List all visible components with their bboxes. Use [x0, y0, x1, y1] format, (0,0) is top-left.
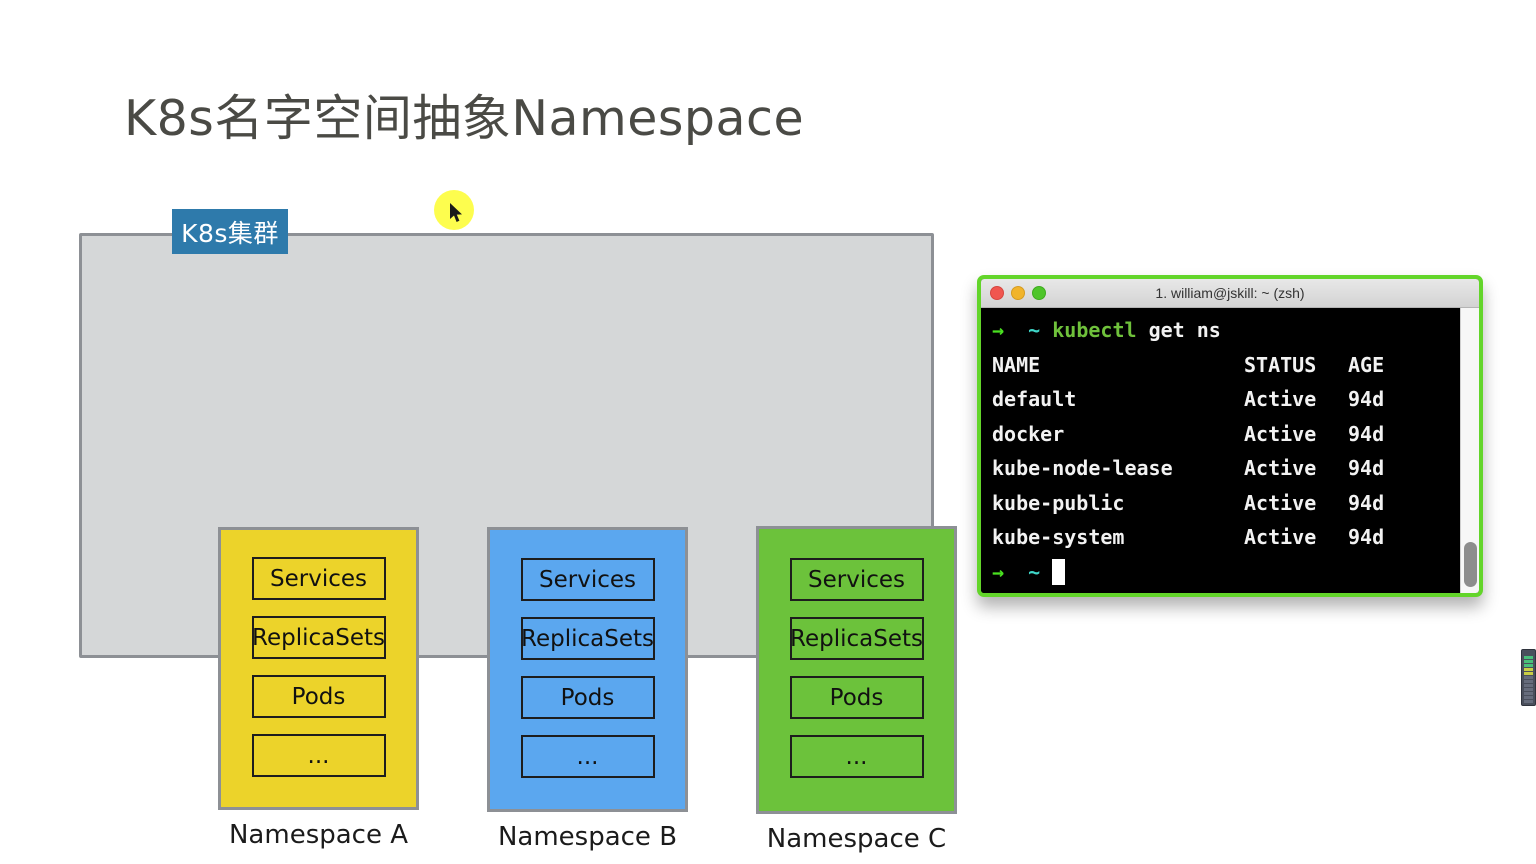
table-row: default Active 94d — [992, 382, 1479, 417]
cell-name: kube-node-lease — [992, 456, 1173, 480]
terminal-scrollbar-thumb[interactable] — [1464, 542, 1477, 587]
namespace-b-label: Namespace B — [497, 822, 678, 852]
namespace-c-item-ellipsis: ... — [789, 735, 924, 778]
meter-segment — [1524, 684, 1533, 687]
meter-segment — [1524, 696, 1533, 699]
cell-name: docker — [992, 421, 1065, 446]
meter-segment — [1524, 660, 1533, 663]
namespace-box-b: Services ReplicaSets Pods ... — [487, 527, 688, 812]
cell-status: Active — [1244, 421, 1317, 446]
terminal-titlebar[interactable]: 1. william@jskill: ~ (zsh) — [981, 279, 1479, 308]
prompt-arrow-icon: → — [992, 318, 1005, 342]
terminal-text-cursor — [1052, 558, 1066, 585]
terminal-title: 1. william@jskill: ~ (zsh) — [1155, 285, 1305, 301]
prompt-path: ~ — [1028, 559, 1041, 584]
audio-level-meter — [1521, 649, 1536, 706]
meter-segment — [1524, 676, 1533, 679]
namespace-a-label: Namespace A — [228, 820, 409, 850]
minimize-icon[interactable] — [1011, 286, 1025, 300]
cell-age: 94d — [1348, 387, 1385, 411]
terminal-command-args: get ns — [1148, 318, 1221, 342]
namespace-b-item-pods: Pods — [520, 676, 655, 719]
meter-segment — [1524, 656, 1533, 659]
namespace-a-item-ellipsis: ... — [251, 734, 386, 777]
cell-age: 94d — [1348, 421, 1385, 446]
namespace-column-a[interactable]: Services ReplicaSets Pods ... Namespace … — [218, 527, 419, 850]
namespace-a-item-services: Services — [251, 557, 386, 600]
slide-canvas: K8s名字空间抽象Namespace Services ReplicaSets … — [0, 0, 1536, 864]
prompt-path: ~ — [1028, 318, 1041, 342]
table-row: kube-public Active 94d — [992, 486, 1479, 521]
table-row: kube-system Active 94d — [992, 520, 1479, 555]
namespace-column-b[interactable]: Services ReplicaSets Pods ... Namespace … — [487, 527, 688, 852]
cell-status: Active — [1244, 387, 1317, 411]
namespace-c-item-replicasets: ReplicaSets — [789, 617, 924, 660]
column-header-name: NAME — [992, 352, 1041, 377]
cluster-badge: K8s集群 — [172, 209, 288, 254]
column-header-age: AGE — [1348, 352, 1385, 377]
namespace-b-item-services: Services — [520, 558, 655, 601]
cell-name: kube-public — [992, 490, 1125, 515]
column-header-status: STATUS — [1244, 352, 1317, 377]
cell-status: Active — [1244, 490, 1317, 515]
cell-age: 94d — [1348, 456, 1385, 480]
terminal-scrollbar[interactable] — [1460, 308, 1479, 593]
namespace-b-item-ellipsis: ... — [520, 735, 655, 778]
namespace-c-label: Namespace C — [766, 824, 947, 854]
meter-segment — [1524, 688, 1533, 691]
meter-segment — [1524, 680, 1533, 683]
cell-age: 94d — [1348, 490, 1385, 515]
terminal-final-prompt-line: → ~ — [992, 555, 1479, 590]
cell-status: Active — [1244, 525, 1317, 549]
namespace-c-item-services: Services — [789, 558, 924, 601]
cell-name: default — [992, 387, 1077, 411]
namespace-box-c: Services ReplicaSets Pods ... — [756, 526, 957, 814]
mouse-pointer-icon — [450, 203, 462, 222]
k8s-cluster-box: Services ReplicaSets Pods ... Namespace … — [79, 233, 957, 854]
namespace-b-item-replicasets: ReplicaSets — [520, 617, 655, 660]
meter-segment — [1524, 668, 1533, 671]
cell-name: kube-system — [992, 525, 1125, 549]
namespace-a-item-pods: Pods — [251, 675, 386, 718]
namespace-column-c[interactable]: Services ReplicaSets Pods ... Namespace … — [756, 526, 957, 854]
table-row: kube-node-lease Active 94d — [992, 451, 1479, 486]
terminal-window[interactable]: 1. william@jskill: ~ (zsh) → ~ kubectl g… — [977, 275, 1483, 597]
close-icon[interactable] — [990, 286, 1004, 300]
table-header-row: NAME STATUS AGE — [992, 348, 1479, 383]
page-title: K8s名字空间抽象Namespace — [124, 90, 805, 147]
meter-segment — [1524, 700, 1533, 703]
namespace-c-item-pods: Pods — [789, 676, 924, 719]
cell-age: 94d — [1348, 525, 1385, 549]
meter-segment — [1524, 672, 1533, 675]
maximize-icon[interactable] — [1032, 286, 1046, 300]
namespace-a-item-replicasets: ReplicaSets — [251, 616, 386, 659]
table-row: docker Active 94d — [992, 417, 1479, 452]
terminal-prompt-line: → ~ kubectl get ns — [992, 313, 1479, 348]
meter-segment — [1524, 664, 1533, 667]
namespace-box-a: Services ReplicaSets Pods ... — [218, 527, 419, 810]
terminal-command: kubectl — [1052, 318, 1137, 342]
terminal-output[interactable]: → ~ kubectl get ns NAME STATUS AGE default… — [981, 308, 1479, 593]
meter-segment — [1524, 692, 1533, 695]
cell-status: Active — [1244, 456, 1317, 480]
prompt-arrow-icon: → — [992, 559, 1005, 584]
